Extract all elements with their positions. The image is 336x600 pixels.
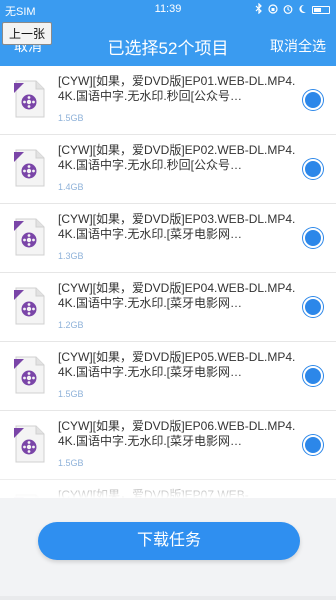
file-list: [CYW][如果，爱DVD版]EP01.WEB-DL.MP4.4K.国语中字.无… [0, 66, 336, 498]
download-tasks-button[interactable]: 下载任务 [38, 522, 300, 560]
file-size: 1.5GB [58, 458, 84, 468]
file-name: [CYW][如果，爱DVD版]EP04.WEB-DL.MP4.4K.国语中字.无… [58, 281, 296, 310]
deselect-all-button[interactable]: 取消全选 [270, 36, 326, 56]
file-name: [CYW][如果，爱DVD版]EP02.WEB-DL.MP4.4K.国语中字.无… [58, 143, 296, 172]
video-file-icon [13, 425, 45, 463]
status-bar: 无SIM 11:39 [0, 0, 336, 20]
list-item[interactable]: [CYW][如果，爱DVD版]EP01.WEB-DL.MP4.4K.国语中字.无… [0, 66, 336, 135]
bottom-divider [0, 596, 336, 600]
file-size: 1.5GB [58, 113, 84, 123]
video-file-icon [13, 356, 45, 394]
video-file-icon [13, 149, 45, 187]
video-file-icon [13, 218, 45, 256]
file-name: [CYW][如果，爱DVD版]EP03.WEB-DL.MP4.4K.国语中字.无… [58, 212, 296, 241]
list-item[interactable]: [CYW][如果，爱DVD版]EP03.WEB-DL.MP4.4K.国语中字.无… [0, 204, 336, 273]
nav-bar: 取消 上一张 已选择52个项目 取消全选 [0, 20, 336, 66]
list-fade [0, 472, 336, 498]
list-item[interactable]: [CYW][如果，爱DVD版]EP04.WEB-DL.MP4.4K.国语中字.无… [0, 273, 336, 342]
bottom-action-area: 下载任务 [0, 498, 336, 600]
file-name: [CYW][如果，爱DVD版]EP06.WEB-DL.MP4.4K.国语中字.无… [58, 419, 296, 448]
selected-check-icon[interactable] [303, 90, 323, 110]
battery-icon [312, 6, 330, 14]
selected-check-icon[interactable] [303, 366, 323, 386]
list-item[interactable]: [CYW][如果，爱DVD版]EP06.WEB-DL.MP4.4K.国语中字.无… [0, 411, 336, 480]
video-file-icon [13, 80, 45, 118]
file-size: 1.2GB [58, 320, 84, 330]
selected-check-icon[interactable] [303, 297, 323, 317]
video-file-icon [13, 287, 45, 325]
file-size: 1.3GB [58, 251, 84, 261]
file-size: 1.4GB [58, 182, 84, 192]
bluetooth-icon [255, 2, 263, 17]
selected-check-icon[interactable] [303, 159, 323, 179]
alarm-icon [283, 4, 293, 17]
do-not-disturb-icon [298, 4, 307, 17]
file-size: 1.5GB [58, 389, 84, 399]
selected-check-icon[interactable] [303, 435, 323, 455]
list-item[interactable]: [CYW][如果，爱DVD版]EP02.WEB-DL.MP4.4K.国语中字.无… [0, 135, 336, 204]
file-name: [CYW][如果，爱DVD版]EP01.WEB-DL.MP4.4K.国语中字.无… [58, 74, 296, 103]
selected-check-icon[interactable] [303, 228, 323, 248]
status-icons [255, 2, 330, 17]
list-item[interactable]: [CYW][如果，爱DVD版]EP05.WEB-DL.MP4.4K.国语中字.无… [0, 342, 336, 411]
rotation-lock-icon [268, 3, 278, 17]
file-name: [CYW][如果，爱DVD版]EP05.WEB-DL.MP4.4K.国语中字.无… [58, 350, 296, 379]
